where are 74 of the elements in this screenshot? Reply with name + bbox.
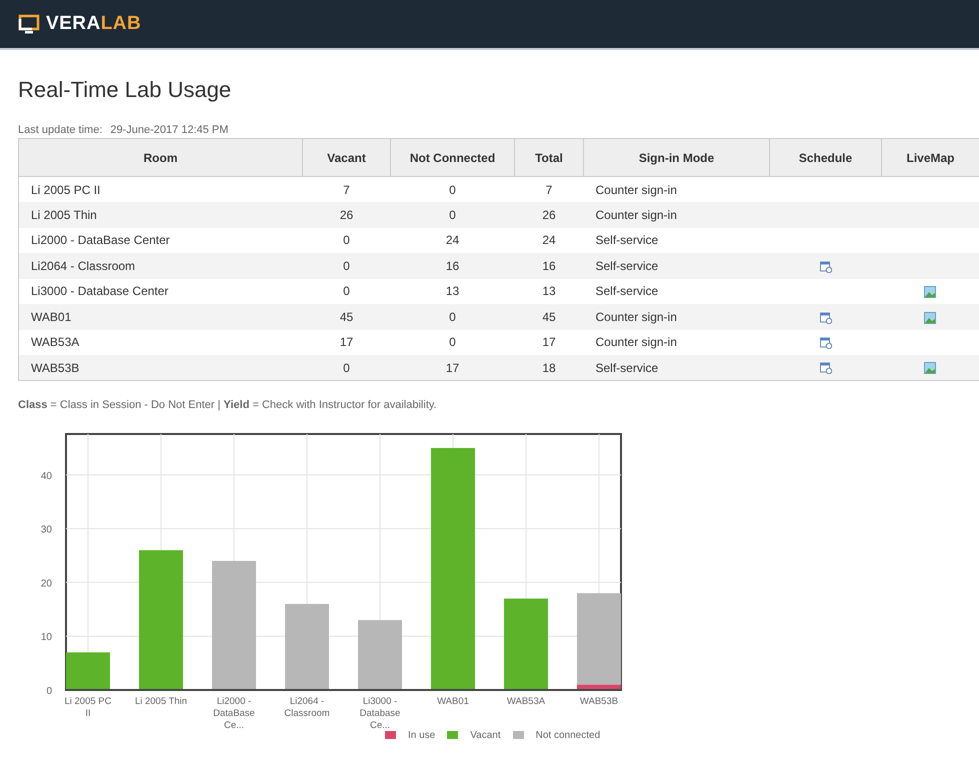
table-cell: 0 bbox=[302, 355, 390, 380]
table-cell: 7 bbox=[302, 176, 390, 202]
axis-tick-label: 10 bbox=[40, 632, 52, 643]
table-cell: Li 2005 Thin bbox=[18, 202, 302, 228]
logo-text: VERA bbox=[46, 12, 101, 36]
table-cell: Li3000 - Database Center bbox=[18, 278, 302, 304]
table-cell: 0 bbox=[390, 202, 514, 228]
axis-tick-label: 20 bbox=[40, 578, 52, 589]
column-header: Room bbox=[18, 138, 302, 176]
legend-label: Not connected bbox=[536, 728, 600, 742]
table-cell: 0 bbox=[390, 176, 514, 202]
category-label: Li3000 - Database Ce... bbox=[360, 696, 400, 730]
page-title: Real-Time Lab Usage bbox=[18, 76, 232, 104]
table-cell: Li2000 - DataBase Center bbox=[18, 228, 302, 253]
legend-note: Class = Class in Session - Do Not Enter | Yield = Check with Instructor for availability. bbox=[18, 398, 438, 413]
table-cell: 0 bbox=[302, 253, 390, 278]
table-cell: 16 bbox=[390, 253, 514, 278]
table-cell: Counter sign-in bbox=[584, 176, 770, 202]
category-label: Li2000 - DataBase Ce... bbox=[213, 696, 255, 730]
legend-label: In use bbox=[408, 728, 436, 742]
table-cell: 0 bbox=[390, 330, 514, 355]
logo-text-accent: LAB bbox=[100, 12, 142, 36]
table-cell: 13 bbox=[390, 278, 514, 304]
category-label: Li 2005 Thin bbox=[134, 696, 188, 706]
update-time: 29-June-2017 12:45 PM bbox=[110, 124, 228, 136]
table-cell: 24 bbox=[390, 228, 514, 253]
category-label: WAB53B bbox=[580, 696, 618, 706]
table-cell: WAB53B bbox=[18, 355, 302, 380]
table-cell: Self-service bbox=[584, 278, 770, 304]
table-cell: 0 bbox=[390, 304, 514, 330]
column-header: Sign-in Mode bbox=[584, 138, 770, 176]
calendar-icon[interactable] bbox=[820, 260, 832, 273]
category-label: WAB53A bbox=[506, 696, 546, 706]
calendar-icon[interactable] bbox=[820, 337, 832, 350]
table-cell: WAB53A bbox=[18, 330, 302, 355]
table-cell: 26 bbox=[302, 202, 390, 228]
table-cell: 18 bbox=[514, 355, 584, 380]
axis-tick-label: 30 bbox=[40, 524, 52, 536]
table-cell: Counter sign-in bbox=[584, 304, 770, 330]
table-cell: Self-service bbox=[584, 228, 770, 253]
image-icon[interactable] bbox=[924, 286, 936, 298]
table-cell: 13 bbox=[514, 278, 584, 304]
table-cell: Self-service bbox=[584, 253, 770, 278]
table-cell: 0 bbox=[302, 278, 390, 304]
legend-label: Vacant bbox=[470, 728, 501, 742]
image-icon[interactable] bbox=[924, 312, 936, 324]
table-cell: 17 bbox=[302, 330, 390, 355]
table-cell: 16 bbox=[514, 253, 584, 278]
table-cell: 26 bbox=[514, 202, 584, 228]
axis-tick-label: 0 bbox=[46, 686, 52, 696]
table-cell: 24 bbox=[514, 228, 584, 253]
calendar-icon[interactable] bbox=[820, 312, 832, 324]
table-cell: Li2064 - Classroom bbox=[18, 253, 302, 278]
category-label: Li 2005 PC II bbox=[64, 696, 112, 718]
table-cell: 45 bbox=[302, 304, 390, 330]
table-cell: 0 bbox=[302, 228, 390, 253]
table-cell: WAB01 bbox=[18, 304, 302, 330]
table-cell: Self-service bbox=[584, 355, 770, 380]
table-cell: 17 bbox=[390, 355, 514, 380]
category-label: Li2064 - Classroom bbox=[284, 696, 330, 718]
table-cell: 7 bbox=[514, 176, 584, 202]
calendar-icon[interactable] bbox=[820, 362, 832, 374]
monitor-logo-icon bbox=[18, 13, 40, 35]
update-label: Last update time: bbox=[18, 124, 102, 136]
category-label: WAB01 bbox=[437, 696, 469, 706]
bar bbox=[66, 652, 110, 690]
table-cell: Counter sign-in bbox=[584, 202, 770, 228]
bar bbox=[358, 620, 402, 690]
table-cell: Li 2005 PC II bbox=[18, 176, 302, 202]
image-icon[interactable] bbox=[924, 362, 936, 374]
axis-tick-label: 40 bbox=[40, 470, 52, 482]
table-cell: 17 bbox=[514, 330, 584, 355]
table-cell: 45 bbox=[514, 304, 584, 330]
table-cell: Counter sign-in bbox=[584, 330, 770, 355]
